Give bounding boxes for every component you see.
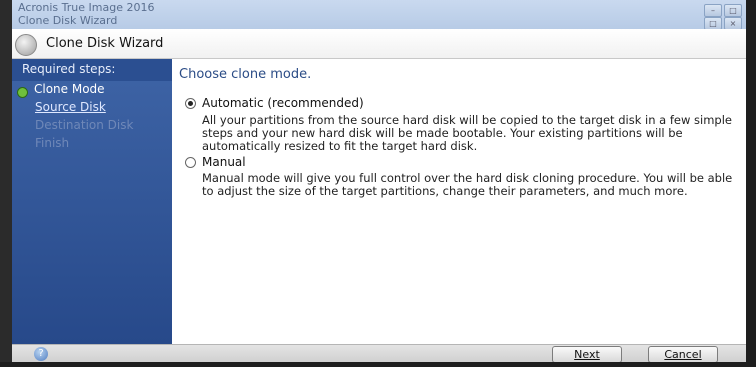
page-title: Choose clone mode. [179, 67, 312, 82]
disk-clone-icon [15, 34, 37, 56]
required-steps-heading: Required steps: [12, 59, 172, 81]
wizard-footer: ? Next Cancel [12, 344, 746, 362]
app-window-controls: – □ [704, 4, 742, 17]
sidebar-step-clone-mode[interactable]: Clone Mode [34, 82, 105, 96]
app-title: Acronis True Image 2016 [18, 1, 155, 14]
minimize-button[interactable]: – [704, 4, 722, 17]
wizard-content: Choose clone mode. Automatic (recommende… [172, 59, 746, 344]
automatic-option-label[interactable]: Automatic (recommended) [202, 96, 364, 110]
manual-option-description: Manual mode will give you full control o… [202, 171, 733, 198]
monitor-bezel-bottom [0, 362, 756, 367]
automatic-option-description: All your partitions from the source hard… [202, 113, 732, 153]
next-button[interactable]: Next [552, 346, 622, 362]
window-titlebar[interactable]: Acronis True Image 2016 Clone Disk Wizar… [12, 0, 746, 30]
window-title: Clone Disk Wizard [18, 14, 118, 27]
monitor-bezel-left [0, 0, 12, 367]
steps-sidebar: Required steps: Clone Mode Source Disk D… [12, 59, 172, 344]
sidebar-step-source-disk[interactable]: Source Disk [35, 100, 106, 114]
monitor-bezel-right [746, 0, 756, 367]
current-step-bullet-icon [17, 87, 28, 98]
clone-disk-wizard-window: Acronis True Image 2016 Clone Disk Wizar… [12, 0, 746, 362]
cancel-button[interactable]: Cancel [648, 346, 718, 362]
sidebar-step-destination-disk: Destination Disk [35, 118, 134, 132]
manual-radio[interactable] [185, 157, 196, 168]
help-icon[interactable]: ? [34, 347, 48, 361]
wizard-title: Clone Disk Wizard [46, 36, 164, 51]
manual-option-label[interactable]: Manual [202, 155, 246, 169]
wizard-header: Clone Disk Wizard [12, 29, 746, 59]
sidebar-step-finish: Finish [35, 136, 70, 150]
maximize-button[interactable]: □ [724, 4, 742, 17]
automatic-radio[interactable] [185, 98, 196, 109]
